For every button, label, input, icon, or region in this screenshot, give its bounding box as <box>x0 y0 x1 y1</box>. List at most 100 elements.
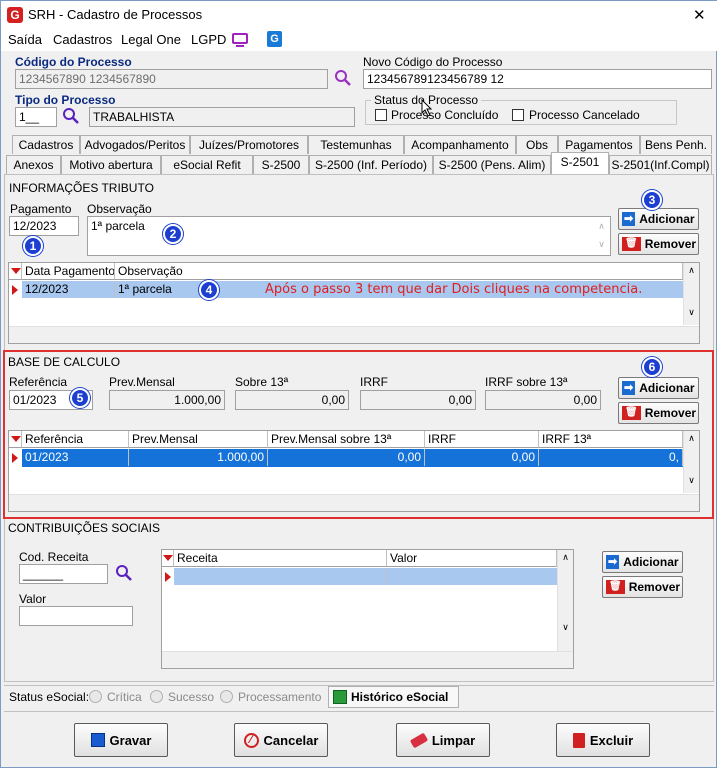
base-col-ref[interactable]: Referência <box>22 431 129 448</box>
concluido-checkbox[interactable] <box>375 109 387 121</box>
info-col-obs[interactable]: Observação <box>115 263 683 280</box>
base-section-title: BASE DE CALCULO <box>8 355 121 369</box>
info-col-data[interactable]: Data Pagamento <box>22 263 115 280</box>
menu-cadastros[interactable]: Cadastros <box>53 32 112 47</box>
monitor-icon[interactable] <box>232 33 248 44</box>
novo-codigo-label: Novo Código do Processo <box>363 55 503 69</box>
sucesso-radio[interactable] <box>150 690 163 703</box>
irrf13-field: 0,00 <box>485 390 601 410</box>
excluir-label: Excluir <box>589 732 634 748</box>
tab-s2501-compl[interactable]: S-2501(Inf.Compl) <box>609 155 712 174</box>
codigo-field[interactable]: 1234567890 1234567890 <box>15 69 328 89</box>
contrib-search-icon[interactable] <box>115 564 133 582</box>
tab-esocial-refit[interactable]: eSocial Refit <box>161 155 253 174</box>
tab-s2500-periodo[interactable]: S-2500 (Inf. Período) <box>309 155 433 174</box>
contrib-col-valor[interactable]: Valor <box>387 550 557 567</box>
base-cell-irrf13[interactable]: 0, <box>539 449 683 466</box>
close-button[interactable]: ✕ <box>693 6 706 24</box>
tab-juizes[interactable]: Juízes/Promotores <box>190 135 308 154</box>
critica-radio[interactable] <box>89 690 102 703</box>
contrib-grid-hscrollbar[interactable] <box>162 651 573 668</box>
menu-lgpd[interactable]: LGPD <box>191 32 226 47</box>
novo-codigo-field[interactable]: 123456789123456789 12 <box>363 69 712 89</box>
cancelar-button[interactable]: ⁄ Cancelar <box>234 723 328 757</box>
base-cell-ref[interactable]: 01/2023 <box>22 449 129 466</box>
tab-anexos[interactable]: Anexos <box>6 155 61 174</box>
instruction-note: Após o passo 3 tem que dar Dois cliques … <box>265 282 643 297</box>
tipo-code-field[interactable]: 1__ <box>15 107 57 127</box>
concluido-label: Processo Concluído <box>391 108 499 122</box>
menu-saida[interactable]: Saída <box>8 32 42 47</box>
info-grid-scrollbar[interactable]: ∧ ∨ <box>683 263 699 325</box>
menu-legal-one[interactable]: Legal One <box>121 32 181 47</box>
tab-acompanhamento[interactable]: Acompanhamento <box>404 135 516 154</box>
info-remove-label: Remover <box>644 237 697 251</box>
step-badge-2: 2 <box>163 224 183 244</box>
gravar-label: Gravar <box>109 732 152 748</box>
tab-s2501[interactable]: S-2501 <box>551 152 609 174</box>
trash-icon: 🗑 <box>622 406 641 420</box>
base-remove-button[interactable]: 🗑 Remover <box>618 402 699 424</box>
info-grid-hscrollbar[interactable] <box>9 326 699 343</box>
base-cell-prev[interactable]: 1.000,00 <box>129 449 268 466</box>
valor-field[interactable] <box>19 606 133 626</box>
info-cell-obs[interactable]: 1ª parcela <box>115 281 255 298</box>
step-badge-4: 4 <box>199 280 219 300</box>
contrib-grid-scrollbar[interactable]: ∧ ∨ <box>557 550 573 651</box>
base-col-irrf[interactable]: IRRF <box>425 431 539 448</box>
header-indicator-icon <box>11 268 21 274</box>
tipo-search-icon[interactable] <box>62 107 80 125</box>
base-col-prev13[interactable]: Prev.Mensal sobre 13ª <box>268 431 425 448</box>
gravar-button[interactable]: Gravar <box>74 723 168 757</box>
tab-bens-penh[interactable]: Bens Penh. <box>640 135 712 154</box>
cod-receita-field[interactable]: ______ <box>19 564 108 584</box>
base-col-prev[interactable]: Prev.Mensal <box>129 431 268 448</box>
base-col-irrf13[interactable]: IRRF 13ª <box>539 431 683 448</box>
search-icon[interactable] <box>334 69 352 87</box>
title-bar: G SRH - Cadastro de Processos ✕ <box>1 1 717 29</box>
contrib-add-label: Adicionar <box>623 555 679 569</box>
historico-label: Histórico eSocial <box>351 690 449 704</box>
observacao-scrollbar[interactable]: ∧ ∨ <box>593 217 610 255</box>
processamento-label: Processamento <box>238 690 322 704</box>
base-add-button[interactable]: ➡ Adicionar <box>618 377 699 399</box>
observacao-label: Observação <box>87 202 152 216</box>
arrow-right-icon: ➡ <box>606 555 620 569</box>
header-indicator-icon <box>11 436 21 442</box>
contrib-remove-button[interactable]: 🗑 Remover <box>602 576 683 598</box>
contrib-col-receita[interactable]: Receita <box>174 550 387 567</box>
cancelado-checkbox[interactable] <box>512 109 524 121</box>
arrow-right-icon: ➡ <box>622 381 636 395</box>
info-cell-data[interactable]: 12/2023 <box>22 281 115 298</box>
codigo-label: Código do Processo <box>15 55 132 69</box>
contrib-row-bg[interactable] <box>174 568 557 585</box>
row-indicator-icon <box>165 572 171 582</box>
base-cell-prev13[interactable]: 0,00 <box>268 449 425 466</box>
pagamento-field[interactable]: 12/2023 <box>9 216 79 236</box>
tab-cadastros[interactable]: Cadastros <box>12 135 80 154</box>
main-window: G SRH - Cadastro de Processos ✕ Saída Ca… <box>0 0 717 768</box>
info-add-button[interactable]: ➡ Adicionar <box>618 208 699 230</box>
excluir-button[interactable]: Excluir <box>556 723 650 757</box>
critica-label: Crítica <box>107 690 142 704</box>
tab-testemunhas[interactable]: Testemunhas <box>308 135 404 154</box>
base-remove-label: Remover <box>644 406 697 420</box>
tab-s2500-pens[interactable]: S-2500 (Pens. Alim) <box>433 155 551 174</box>
esocial-label: Status eSocial: <box>9 690 90 704</box>
valor-label: Valor <box>19 592 47 606</box>
irrf-field: 0,00 <box>360 390 476 410</box>
prev-label: Prev.Mensal <box>109 375 175 389</box>
cancel-icon: ⁄ <box>243 732 259 748</box>
tab-motivo-abertura[interactable]: Motivo abertura <box>61 155 161 174</box>
base-grid-scrollbar[interactable]: ∧ ∨ <box>683 431 699 493</box>
tab-s2500[interactable]: S-2500 <box>253 155 309 174</box>
base-cell-irrf[interactable]: 0,00 <box>425 449 539 466</box>
limpar-button[interactable]: Limpar <box>396 723 490 757</box>
tab-advogados[interactable]: Advogados/Peritos <box>80 135 190 154</box>
g-logo-icon[interactable]: G <box>267 31 282 47</box>
info-remove-button[interactable]: 🗑 Remover <box>618 233 699 255</box>
base-grid-hscrollbar[interactable] <box>9 494 699 511</box>
contrib-add-button[interactable]: ➡ Adicionar <box>602 551 683 573</box>
historico-esocial-button[interactable]: Histórico eSocial <box>328 686 459 708</box>
processamento-radio[interactable] <box>220 690 233 703</box>
